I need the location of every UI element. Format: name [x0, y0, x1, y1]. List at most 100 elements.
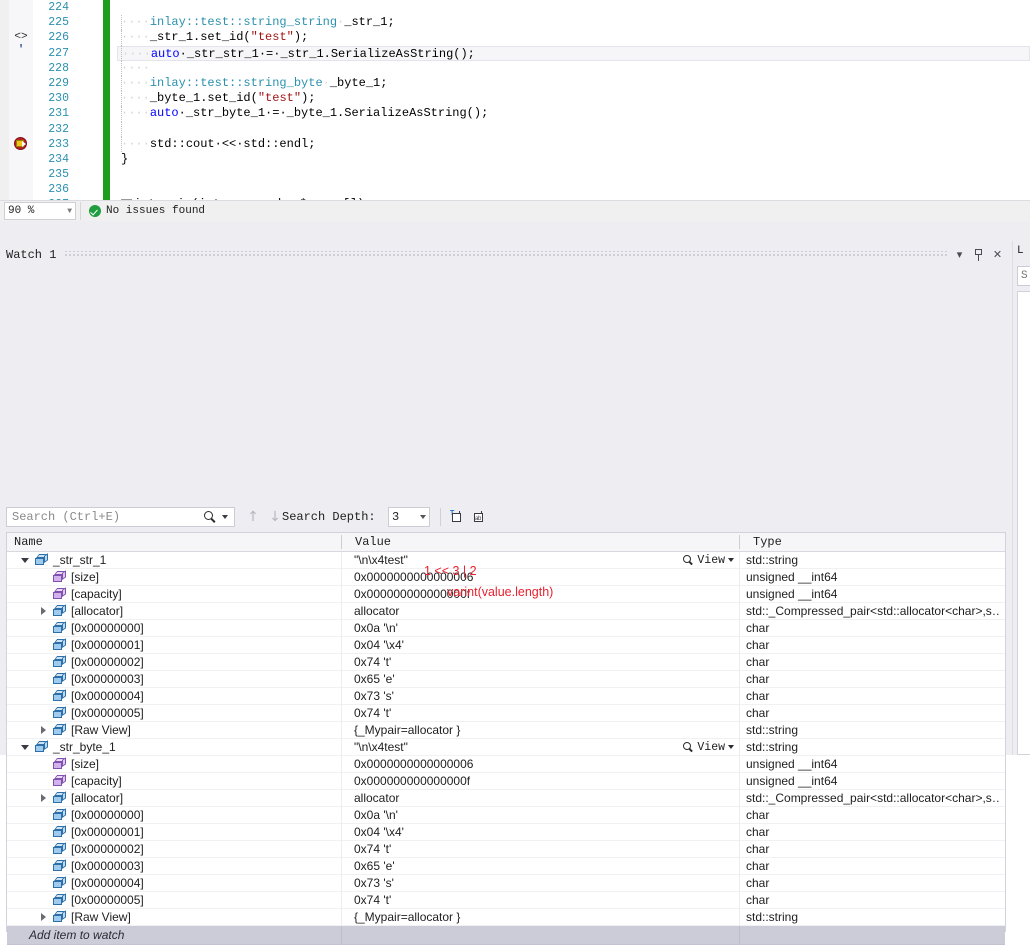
cell-type[interactable]: std::_Compressed_pair<std::allocator<cha… — [746, 790, 1001, 806]
table-row[interactable]: [size] 0x0000000000000006 unsigned __int64 — [7, 569, 1005, 586]
cell-name[interactable]: [0x00000002] — [7, 841, 342, 857]
cell-name[interactable]: [0x00000003] — [7, 858, 342, 874]
search-previous-button[interactable]: ↑ — [244, 508, 262, 526]
issues-status[interactable]: No issues found — [89, 205, 205, 217]
code-line[interactable]: 224 — [33, 0, 1030, 16]
cell-type[interactable]: char — [746, 671, 1001, 687]
cell-name[interactable]: [allocator] — [7, 603, 342, 619]
table-row[interactable]: _str_byte_1 "\n\x4test" View std::string — [7, 739, 1005, 756]
code-line[interactable]: 225 ····inlay::test::string_string·_str_1… — [33, 15, 1030, 31]
table-row[interactable]: [0x00000000] 0x0a '\n' char — [7, 620, 1005, 637]
cell-type[interactable]: char — [746, 841, 1001, 857]
cell-type[interactable]: unsigned __int64 — [746, 773, 1001, 789]
code-line[interactable]: 230 ····_byte_1.set_id("test"); — [33, 91, 1030, 107]
cell-type[interactable]: std::string — [746, 909, 1001, 925]
cell-value[interactable]: allocator — [348, 603, 740, 619]
cell-value[interactable]: 0x65 'e' — [348, 858, 740, 874]
table-row[interactable]: [size] 0x0000000000000006 unsigned __int64 — [7, 756, 1005, 773]
cell-value[interactable]: 0x73 's' — [348, 688, 740, 704]
show-raw-values-icon[interactable]: ab — [471, 509, 489, 527]
adjacent-panel-search-box[interactable]: S — [1017, 266, 1030, 286]
table-row[interactable]: [0x00000003] 0x65 'e' char — [7, 671, 1005, 688]
table-row[interactable]: [0x00000004] 0x73 's' char — [7, 688, 1005, 705]
code-line[interactable]: 231 ····auto·_str_byte_1·=·_byte_1.Serial… — [33, 106, 1030, 122]
cell-value[interactable]: 0x0000000000000006 — [348, 756, 740, 772]
cell-type[interactable]: std::string — [746, 722, 1001, 738]
cell-name[interactable]: [size] — [7, 756, 342, 772]
adjacent-panel[interactable]: ✕ L S — [1012, 241, 1030, 755]
cell-value[interactable]: 0x74 't' — [348, 841, 740, 857]
header-divider[interactable] — [341, 535, 342, 549]
code-editor[interactable]: 224 225 ····inlay::test::string_string·_st… — [0, 0, 1030, 200]
cell-type[interactable]: std::string — [746, 739, 1001, 755]
editor-code-lines[interactable]: 224 225 ····inlay::test::string_string·_st… — [33, 0, 1030, 200]
cell-value[interactable]: 0x000000000000000f — [348, 773, 740, 789]
table-row[interactable]: [0x00000001] 0x04 '\x4' char — [7, 824, 1005, 841]
search-depth-select[interactable]: 3 — [388, 507, 430, 527]
search-options-chevron-icon[interactable] — [222, 515, 228, 519]
code-line[interactable]: 236 — [33, 182, 1030, 198]
code-line[interactable]: 229 ····inlay::test::string_byte·_byte_1; — [33, 75, 1030, 92]
cell-name[interactable]: [size] — [7, 569, 342, 585]
search-box[interactable] — [6, 507, 235, 527]
close-window-icon[interactable]: ✕ — [989, 246, 1006, 263]
cell-name[interactable]: [0x00000005] — [7, 705, 342, 721]
cell-type[interactable]: unsigned __int64 — [746, 756, 1001, 772]
twisty-collapsed-icon[interactable] — [39, 607, 48, 616]
add-item-row[interactable]: Add item to watch — [7, 926, 1005, 945]
table-row[interactable]: [Raw View] {_Mypair=allocator } std::strin… — [7, 722, 1005, 739]
cell-type[interactable]: char — [746, 620, 1001, 636]
cell-value[interactable]: 0x65 'e' — [348, 671, 740, 687]
cell-name[interactable]: [Raw View] — [7, 909, 342, 925]
column-header-value[interactable]: Value — [348, 533, 740, 551]
cell-type[interactable]: char — [746, 637, 1001, 653]
table-row[interactable]: [capacity] 0x000000000000000f unsigned __i… — [7, 773, 1005, 790]
code-line[interactable]: 227 ····auto·_str_str_1·=·_str_1.Serializ… — [33, 45, 1030, 61]
cell-value[interactable]: 0x0000000000000006 — [348, 569, 740, 585]
column-header-type[interactable]: Type — [746, 533, 1001, 551]
twisty-collapsed-icon[interactable] — [39, 913, 48, 922]
cell-name[interactable]: [capacity] — [7, 773, 342, 789]
cell-value[interactable]: {_Mypair=allocator } — [348, 722, 740, 738]
cell-value[interactable]: allocator — [348, 790, 740, 806]
cell-value[interactable]: 0x74 't' — [348, 705, 740, 721]
column-header-name[interactable]: Name — [7, 533, 348, 551]
table-row[interactable]: [Raw View] {_Mypair=allocator } std::strin… — [7, 909, 1005, 926]
cell-type[interactable]: char — [746, 654, 1001, 670]
cell-name[interactable]: [0x00000000] — [7, 620, 342, 636]
cell-value[interactable]: 0x74 't' — [348, 654, 740, 670]
cell-name[interactable]: [Raw View] — [7, 722, 342, 738]
edit-mark-icon[interactable]: ' — [9, 43, 33, 58]
code-line[interactable]: 233 ····std::cout·<<·std::endl; — [33, 136, 1030, 152]
cell-name[interactable]: [0x00000002] — [7, 654, 342, 670]
table-row[interactable]: [0x00000005] 0x74 't' char — [7, 892, 1005, 909]
search-input[interactable] — [7, 507, 204, 527]
table-row[interactable]: [allocator] allocator std::_Compressed_pai… — [7, 603, 1005, 620]
zoom-level-dropdown[interactable]: 90 % ▼ — [4, 202, 76, 220]
cell-value[interactable]: "\n\x4test" View — [348, 552, 740, 568]
code-line[interactable]: 235 — [33, 167, 1030, 183]
cell-name[interactable]: [0x00000005] — [7, 892, 342, 908]
cell-value[interactable]: 0x0a '\n' — [348, 807, 740, 823]
code-line[interactable]: 232 — [33, 121, 1030, 137]
code-line[interactable]: 234} — [33, 151, 1030, 168]
value-visualizer-dropdown[interactable]: View — [683, 739, 734, 755]
adjacent-panel-tab-label[interactable]: L — [1017, 245, 1030, 262]
code-line[interactable]: 226 ····_str_1.set_id("test"); — [33, 30, 1030, 46]
table-row[interactable]: [0x00000004] 0x73 's' char — [7, 875, 1005, 892]
bookmark-icon[interactable] — [9, 136, 33, 151]
table-row[interactable]: [0x00000002] 0x74 't' char — [7, 841, 1005, 858]
table-row[interactable]: [0x00000001] 0x04 '\x4' char — [7, 637, 1005, 654]
twisty-collapsed-icon[interactable] — [39, 794, 48, 803]
cell-name[interactable]: _str_byte_1 — [7, 739, 342, 755]
cell-type[interactable]: char — [746, 858, 1001, 874]
cell-type[interactable]: unsigned __int64 — [746, 586, 1001, 602]
table-row[interactable]: _str_str_1 "\n\x4test" View std::string — [7, 552, 1005, 569]
header-divider[interactable] — [739, 535, 740, 549]
twisty-expanded-icon[interactable] — [21, 556, 30, 565]
cell-name[interactable]: [0x00000001] — [7, 824, 342, 840]
cell-type[interactable]: unsigned __int64 — [746, 569, 1001, 585]
value-visualizer-dropdown[interactable]: View — [683, 552, 734, 568]
pin-window-icon[interactable] — [970, 246, 987, 263]
cell-name[interactable]: [allocator] — [7, 790, 342, 806]
